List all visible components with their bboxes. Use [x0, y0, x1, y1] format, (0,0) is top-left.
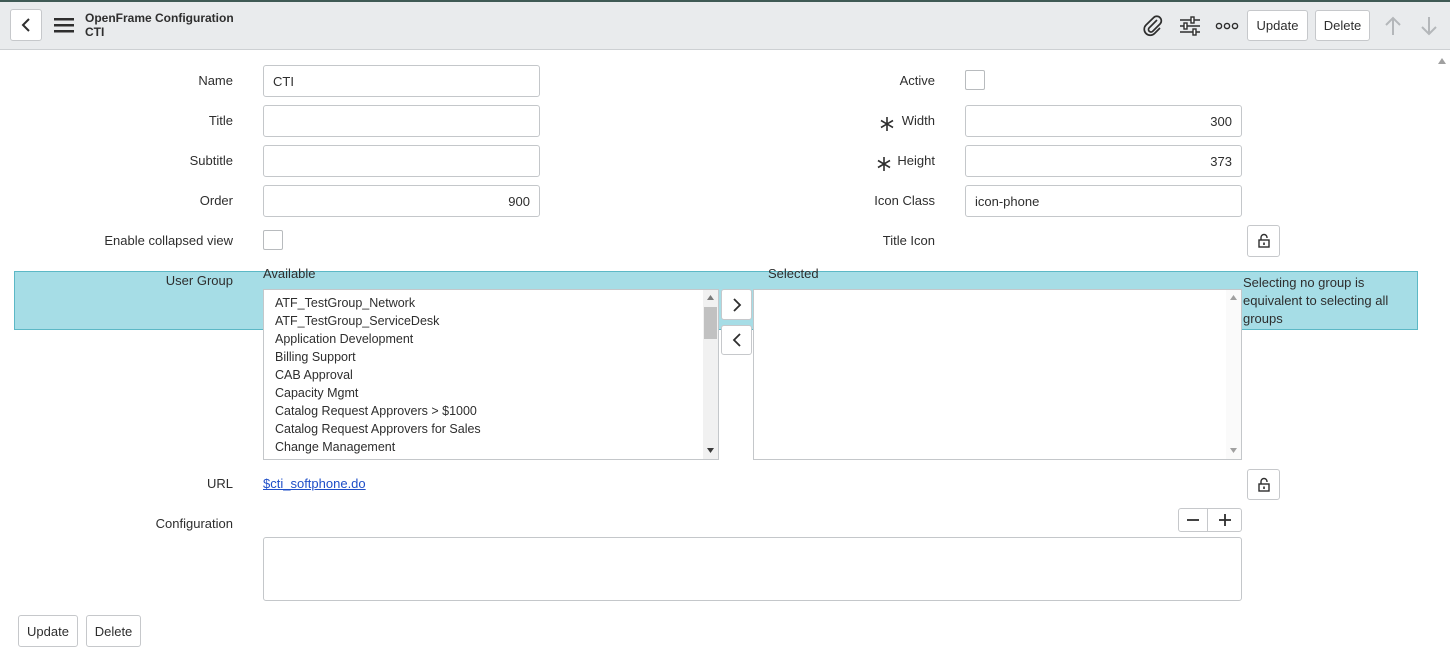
- chevron-right-icon: [732, 297, 741, 312]
- available-list[interactable]: ATF_TestGroup_Network ATF_TestGroup_Servi…: [263, 289, 719, 460]
- height-field[interactable]: [965, 145, 1242, 177]
- url-link[interactable]: $cti_softphone.do: [263, 476, 366, 491]
- height-label: Height: [897, 153, 935, 168]
- available-list-item[interactable]: Capacity Mgmt: [275, 386, 358, 400]
- page-scrollbar[interactable]: [1434, 52, 1450, 666]
- sliders-icon[interactable]: [1177, 14, 1203, 38]
- chevron-left-icon: [21, 18, 30, 32]
- url-lock-button[interactable]: [1247, 469, 1280, 500]
- active-label: Active: [899, 73, 935, 88]
- collapsed-view-label: Enable collapsed view: [104, 233, 233, 248]
- footer-update-button[interactable]: Update: [18, 615, 78, 647]
- available-list-item[interactable]: ATF_TestGroup_Network: [275, 296, 415, 310]
- available-list-item[interactable]: CAB Approval: [275, 368, 353, 382]
- available-label: Available: [263, 266, 316, 281]
- configuration-textarea[interactable]: [263, 537, 1242, 601]
- icon-class-field[interactable]: [965, 185, 1242, 217]
- subtitle-field[interactable]: [263, 145, 540, 177]
- available-list-item[interactable]: Change Management: [275, 440, 395, 454]
- available-list-scrollbar[interactable]: [703, 290, 718, 459]
- icon-class-label: Icon Class: [874, 193, 935, 208]
- more-options-icon[interactable]: [1214, 16, 1240, 36]
- available-list-item[interactable]: Application Development: [275, 332, 413, 346]
- arrow-down-icon[interactable]: [1417, 14, 1441, 38]
- arrow-up-icon[interactable]: [1381, 14, 1405, 38]
- footer-delete-button[interactable]: Delete: [86, 615, 141, 647]
- shrink-textarea-button[interactable]: [1178, 508, 1208, 532]
- configuration-label: Configuration: [155, 516, 233, 531]
- selected-list-scrollbar[interactable]: [1226, 290, 1241, 459]
- title-icon-lock-button[interactable]: [1247, 225, 1280, 257]
- available-list-item[interactable]: ATF_TestGroup_ServiceDesk: [275, 314, 439, 328]
- form-subtitle: CTI: [85, 25, 105, 39]
- add-to-selected-button[interactable]: [721, 289, 752, 320]
- name-label: Name: [198, 73, 233, 88]
- name-field[interactable]: [263, 65, 540, 97]
- lock-icon: [1257, 233, 1270, 248]
- header-update-button[interactable]: Update: [1247, 10, 1308, 41]
- available-list-item[interactable]: Catalog Request Approvers for Sales: [275, 422, 481, 436]
- subtitle-label: Subtitle: [189, 153, 233, 168]
- header-delete-button[interactable]: Delete: [1315, 10, 1370, 41]
- width-label: Width: [901, 113, 935, 128]
- form-title: OpenFrame Configuration: [85, 11, 234, 25]
- expand-textarea-button[interactable]: [1207, 508, 1242, 532]
- title-field[interactable]: [263, 105, 540, 137]
- collapsed-view-checkbox[interactable]: [263, 230, 283, 250]
- available-list-scroll-thumb[interactable]: [704, 307, 717, 339]
- back-button[interactable]: [10, 9, 42, 41]
- selected-list[interactable]: [753, 289, 1242, 460]
- paperclip-icon[interactable]: [1140, 14, 1166, 38]
- remove-from-selected-button[interactable]: [721, 325, 752, 355]
- active-checkbox[interactable]: [965, 70, 985, 90]
- hamburger-menu-icon[interactable]: [52, 14, 76, 36]
- lock-icon: [1257, 477, 1270, 492]
- order-label: Order: [199, 193, 233, 208]
- user-group-note: Selecting no group is equivalent to sele…: [1243, 275, 1389, 326]
- available-list-item[interactable]: Billing Support: [275, 350, 356, 364]
- title-label: Title: [208, 113, 233, 128]
- url-label: URL: [206, 476, 233, 491]
- form-header: OpenFrame Configuration CTI Update Delet…: [0, 2, 1450, 50]
- minus-icon: [1187, 519, 1199, 521]
- title-icon-label: Title Icon: [882, 233, 935, 248]
- available-list-item[interactable]: Catalog Request Approvers > $1000: [275, 404, 477, 418]
- plus-icon: [1218, 514, 1231, 526]
- order-field[interactable]: [263, 185, 540, 217]
- selected-label: Selected: [768, 266, 819, 281]
- chevron-left-icon: [732, 333, 741, 347]
- width-field[interactable]: [965, 105, 1242, 137]
- user-group-label: User Group: [165, 273, 233, 288]
